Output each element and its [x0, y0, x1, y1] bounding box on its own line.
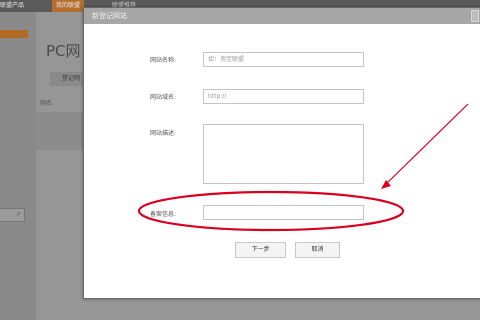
cancel-button[interactable]: 取消: [295, 242, 340, 258]
icp-record-label: 备案信息:: [150, 211, 177, 218]
site-description-label: 网站描述:: [150, 130, 177, 137]
dialog-header: 新登记网站: [84, 8, 480, 24]
brand-tab[interactable]: 联盟产品: [0, 0, 38, 12]
page-title: PC网: [46, 42, 81, 60]
dialog-title: 新登记网站: [92, 12, 127, 20]
site-name-placeholder: 如：淘宝联盟: [208, 56, 245, 63]
search-icon[interactable]: ⌕: [17, 209, 21, 219]
site-description-textarea[interactable]: [203, 124, 364, 184]
list-row: [36, 112, 84, 150]
sidebar-active-item[interactable]: [0, 30, 28, 38]
close-icon[interactable]: [471, 10, 479, 22]
site-name-input[interactable]: 如：淘宝联盟: [203, 52, 364, 67]
site-name-column-label: 网名: [40, 100, 53, 107]
register-site-dialog: 新登记网站 网站名称: 如：淘宝联盟 网站域名: http:// 网站描述: 备…: [83, 7, 480, 299]
icp-record-input[interactable]: [203, 205, 364, 220]
site-domain-input[interactable]: http://: [203, 89, 364, 104]
sidebar-search-box[interactable]: ⌕: [0, 208, 25, 222]
site-domain-value: http://: [208, 93, 227, 100]
next-step-button[interactable]: 下一步: [235, 242, 286, 258]
tab-my-union[interactable]: 我的联盟: [52, 0, 84, 12]
site-name-label: 网站名称:: [150, 57, 177, 64]
left-sidebar: ⌕: [0, 12, 36, 320]
site-domain-label: 网站域名:: [150, 94, 177, 101]
